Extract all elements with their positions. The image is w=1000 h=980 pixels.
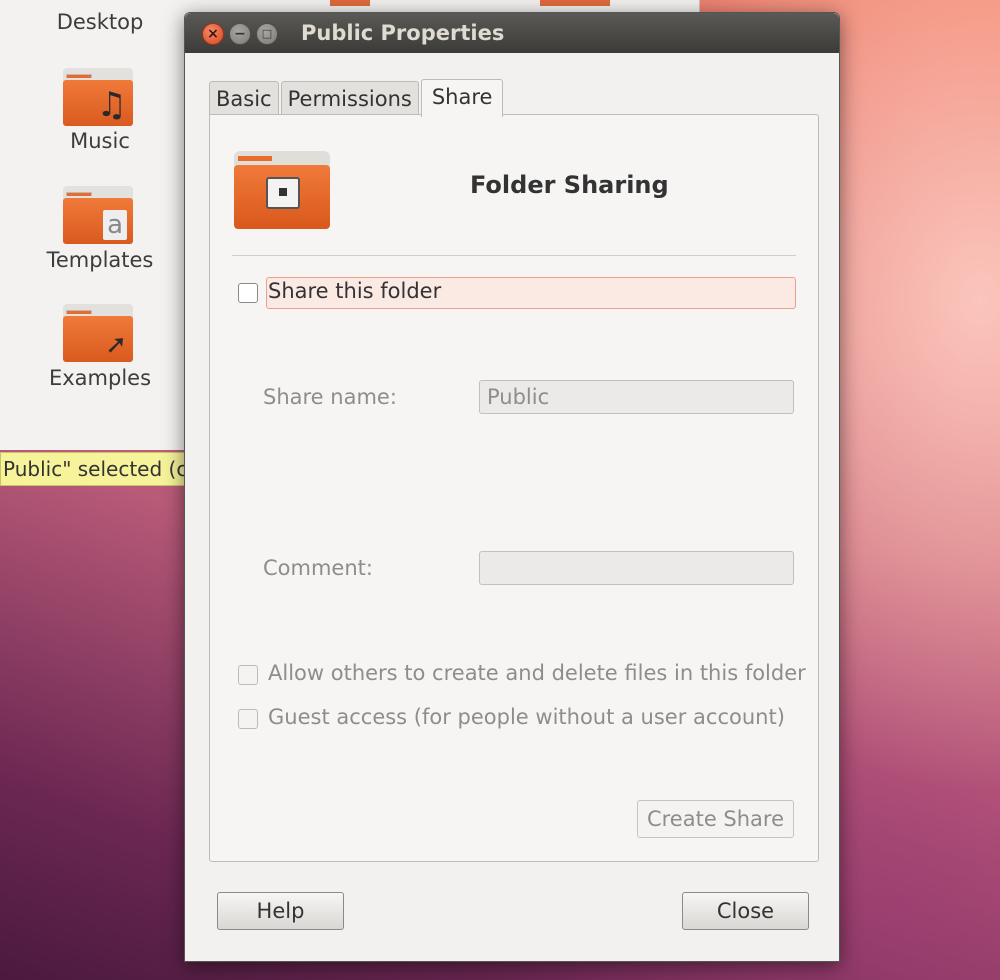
music-label: Music	[70, 129, 130, 153]
share-name-label: Share name:	[263, 385, 397, 409]
tab-permissions[interactable]: Permissions	[280, 81, 419, 117]
shared-folder-icon	[234, 151, 330, 229]
tab-basic[interactable]: Basic	[209, 81, 279, 117]
title-bar[interactable]: × − □ Public Properties	[185, 13, 839, 53]
desktop-item[interactable]: Desktop	[0, 10, 200, 34]
dialog-title: Public Properties	[301, 21, 505, 45]
maximize-window-button[interactable]: □	[256, 23, 278, 45]
maximize-icon: □	[261, 27, 273, 40]
comment-input[interactable]	[479, 551, 794, 585]
templates-label: Templates	[46, 248, 154, 272]
share-folder-checkbox[interactable]	[238, 283, 258, 303]
close-button[interactable]: Close	[682, 892, 809, 930]
minimize-window-button[interactable]: −	[229, 23, 251, 45]
allow-others-checkbox[interactable]	[238, 665, 258, 685]
folder-sharing-heading: Folder Sharing	[470, 171, 669, 199]
guest-access-checkbox[interactable]	[238, 709, 258, 729]
folder-edge	[330, 0, 370, 6]
desktop-label: Desktop	[56, 10, 144, 34]
share-folder-label[interactable]: Share this folder	[268, 279, 441, 303]
close-icon: ×	[207, 26, 219, 42]
music-item[interactable]: Music	[0, 129, 200, 153]
examples-folder-icon[interactable]: ➚	[63, 304, 133, 362]
create-share-button[interactable]: Create Share	[637, 800, 794, 838]
music-note-icon: ♫	[96, 85, 127, 125]
divider	[232, 255, 796, 256]
tab-bar: Basic Permissions Share	[209, 79, 505, 117]
template-icon: a	[103, 210, 127, 240]
tab-share[interactable]: Share	[420, 79, 504, 117]
examples-label: Examples	[48, 366, 152, 390]
help-button[interactable]: Help	[217, 892, 344, 930]
folder-edge	[540, 0, 610, 6]
minimize-icon: −	[234, 26, 246, 42]
properties-dialog: × − □ Public Properties Basic Permission…	[184, 12, 840, 962]
music-folder-icon[interactable]: ♫	[63, 68, 133, 126]
link-arrow-icon: ➚	[105, 330, 127, 360]
status-tooltip: Public" selected (c	[0, 452, 200, 486]
templates-item[interactable]: Templates	[0, 248, 200, 272]
share-name-input[interactable]: Public	[479, 380, 794, 414]
examples-item[interactable]: Examples	[0, 366, 200, 390]
templates-folder-icon[interactable]: a	[63, 186, 133, 244]
close-window-button[interactable]: ×	[202, 23, 224, 45]
allow-others-label[interactable]: Allow others to create and delete files …	[268, 661, 806, 685]
share-panel: Folder Sharing Share this folder Share n…	[209, 114, 819, 862]
comment-label: Comment:	[263, 556, 373, 580]
guest-access-label[interactable]: Guest access (for people without a user …	[268, 705, 785, 729]
